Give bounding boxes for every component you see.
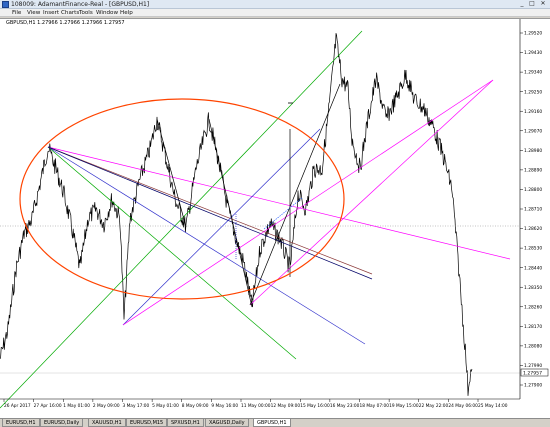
price-tick-label: 1.27990 [524,363,542,369]
window-title: 108009: AdamantFinance-Real - [GBPUSD,H1… [11,1,150,8]
time-tick-label: 25 May 14:00 [478,403,508,409]
title-bar: 108009: AdamantFinance-Real - [GBPUSD,H1… [0,0,550,9]
price-tick-label: 1.28170 [524,324,542,330]
brown-trendline-1[interactable] [47,146,373,275]
time-tick-label: 2 May 09:00 [93,403,120,409]
time-tick-label: 1 May 01:00 [63,403,90,409]
price-tick-label: 1.27900 [524,383,542,389]
maximize-button[interactable]: □ [527,0,537,8]
menu-insert[interactable]: Insert [43,10,59,16]
time-tick-label: 15 May 16:00 [300,403,330,409]
tab-xauusd-h1[interactable]: XAUUSD,H1 [88,419,126,427]
time-tick-label: 16 May 23:00 [330,403,360,409]
price-tick-label: 1.28800 [524,187,542,193]
time-tick-label: 27 Apr 16:00 [34,403,62,409]
tab-xagusd-daily[interactable]: XAGUSD,Daily [205,419,249,427]
price-tick-label: 1.28620 [524,226,542,232]
green-trendline-1[interactable] [0,30,363,409]
time-axis: 26 Apr 2017 27 Apr 16:00 1 May 01:00 2 May … [0,398,520,409]
app-icon [2,1,9,8]
time-tick-label: 19 May 15:00 [389,403,419,409]
time-tick-label: 18 May 07:00 [360,403,390,409]
time-tick-label: 8 May 09:00 [182,403,209,409]
time-tick-label: 22 May 22:00 [419,403,449,409]
time-tick-label: 5 May 01:00 [152,403,179,409]
menu-bar: File View Insert Charts Tools Window Hel… [0,9,550,17]
time-tick-label: 11 May 00:00 [241,403,271,409]
price-tick-label: 1.28530 [524,246,542,252]
magenta-trendline-2[interactable] [122,79,494,326]
tab-eurusd-daily[interactable]: EURUSD,Daily [40,419,84,427]
close-button[interactable]: ✕ [538,0,548,8]
price-tick-label: 1.28350 [524,285,542,291]
menu-file[interactable]: File [12,10,21,16]
minimize-button[interactable]: _ [517,0,527,8]
tab-gbpusd-h1[interactable]: GBPUSD,H1 [253,419,291,427]
terminal-window: 108009: AdamantFinance-Real - [GBPUSD,H1… [0,0,550,427]
navy-trendline-1[interactable] [47,146,373,280]
tab-eurusd-m15[interactable]: EURUSD,M15 [126,419,168,427]
black-trendline-3[interactable] [156,118,187,228]
magenta-trendline-1[interactable] [47,146,511,260]
price-tick-label: 1.28710 [524,207,542,213]
menu-help[interactable]: Help [120,10,133,16]
tab-eurusd-h1[interactable]: EURUSD,H1 [2,419,40,427]
price-tick-label: 1.29250 [524,89,542,95]
price-tick-label: 1.29520 [524,31,542,37]
price-tick-label: 1.28440 [524,265,542,271]
time-tick-label: 3 May 17:00 [123,403,150,409]
menu-view[interactable]: View [27,10,40,16]
chart-tabs: EURUSD,H1 EURUSD,Daily XAUUSD,H1 EURUSD,M15… [0,418,550,427]
current-price-label: 1.27957 [523,371,542,377]
price-tick-label: 1.29340 [524,70,542,76]
price-tick-label: 1.29070 [524,128,542,134]
menu-charts[interactable]: Charts [61,10,79,16]
price-tick-label: 1.28260 [524,304,542,310]
price-chart[interactable]: 1.29520 1.29430 1.29340 1.29250 1.29160 1.290… [0,19,550,417]
magenta-trendline-3[interactable] [249,79,494,306]
blue-trendline-1[interactable] [47,146,366,345]
time-tick-label: 26 Apr 2017 [4,403,31,409]
price-tick-label: 1.29160 [524,109,542,115]
orange-ellipse[interactable] [19,98,345,300]
time-tick-label: 12 May 09:00 [271,403,301,409]
time-tick-label: 24 May 06:00 [448,403,478,409]
time-tick-label: 9 May 16:00 [211,403,238,409]
black-trendline-1[interactable] [249,83,341,306]
price-tick-label: 1.29430 [524,50,542,56]
tab-spxusd-h1[interactable]: SPXUSD,H1 [167,419,204,427]
price-tick-label: 1.28980 [524,148,542,154]
menu-window[interactable]: Window [96,10,118,16]
price-tick-label: 1.28080 [524,343,542,349]
price-axis: 1.29520 1.29430 1.29340 1.29250 1.29160 1.290… [519,19,542,399]
chart-header: GBPUSD,H1 1.27966 1.27966 1.27966 1.2795… [6,20,125,26]
price-tick-label: 1.28890 [524,167,542,173]
menu-tools[interactable]: Tools [79,10,93,16]
